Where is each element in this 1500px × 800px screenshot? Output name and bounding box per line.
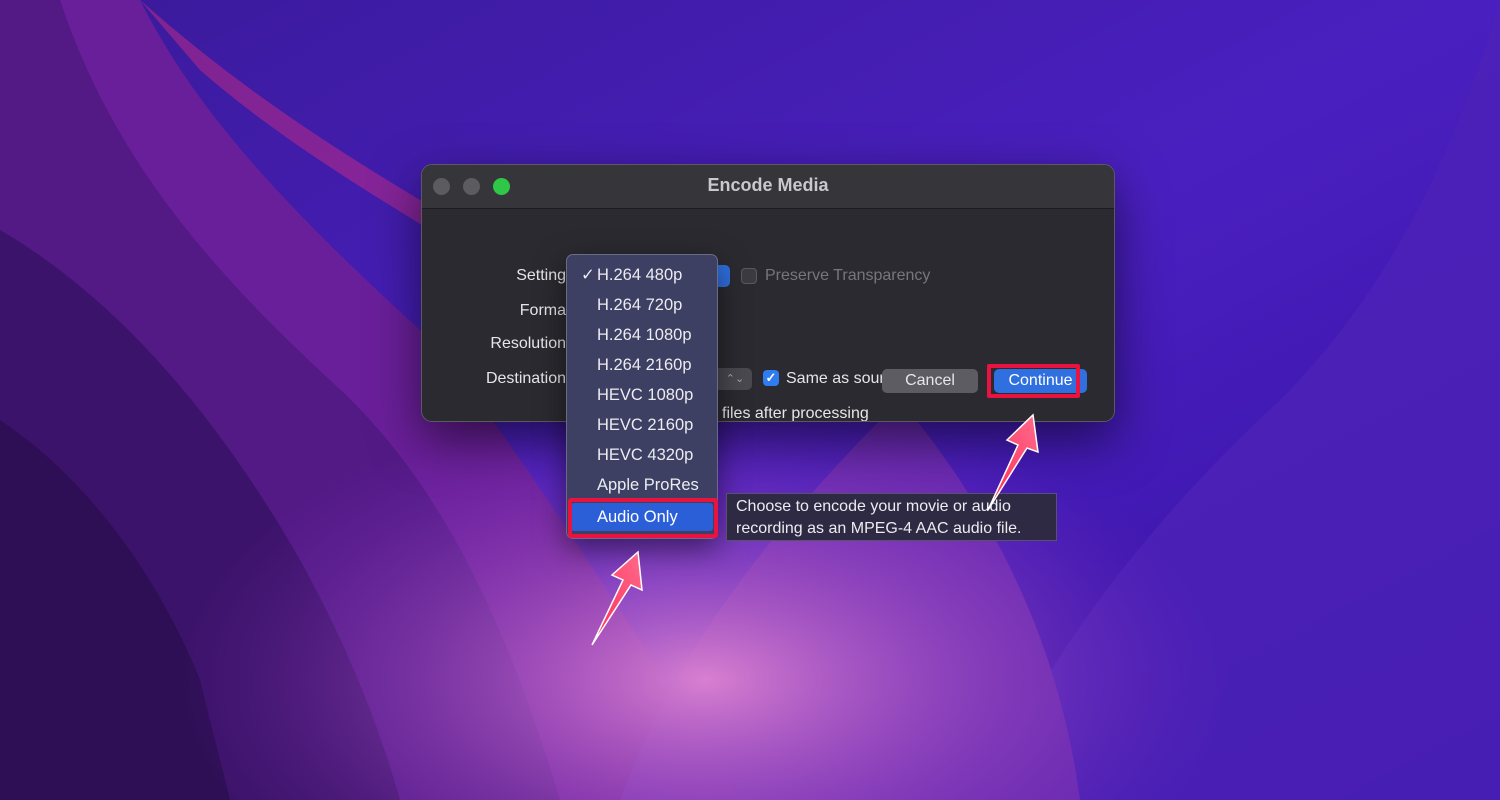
annotation-arrows — [591, 413, 1039, 646]
arrow-annotation-icon — [591, 550, 643, 646]
arrow-annotation-icon — [987, 413, 1039, 511]
